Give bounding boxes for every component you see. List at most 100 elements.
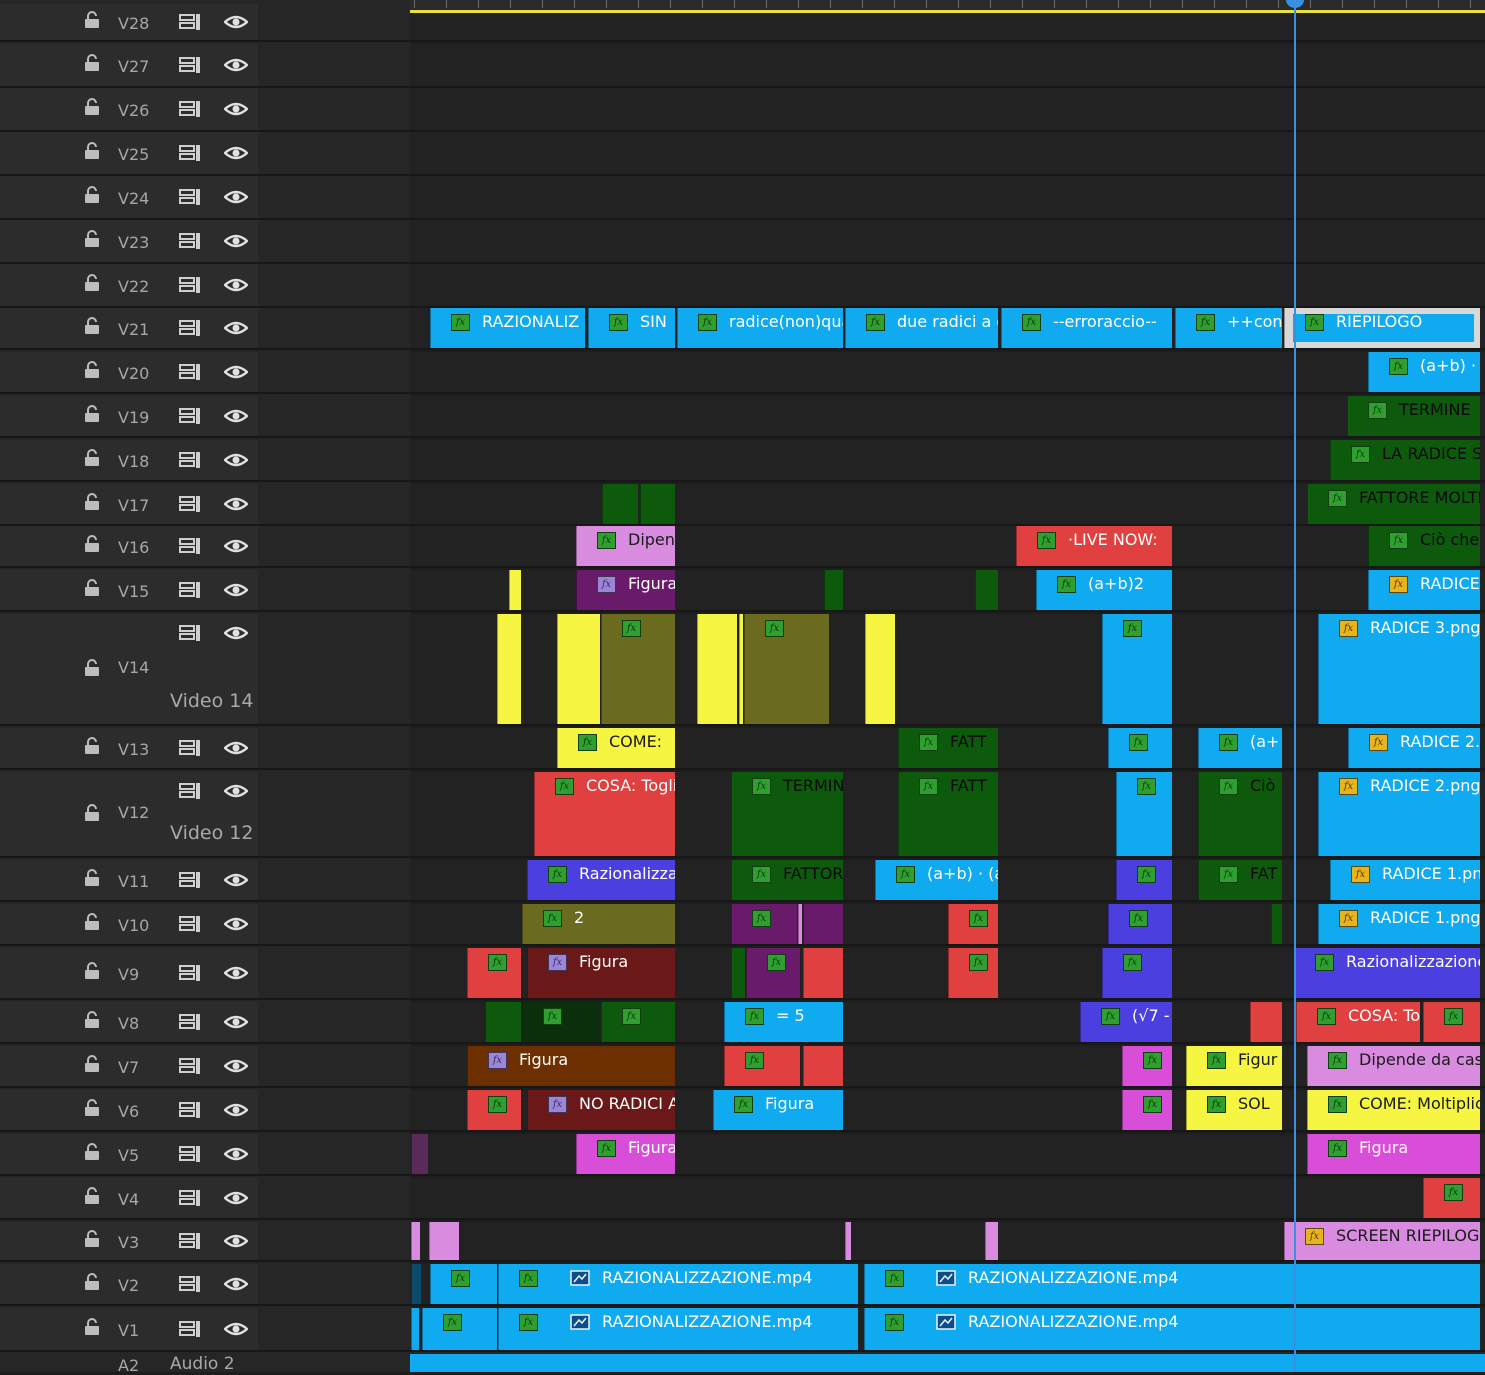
clip[interactable]	[985, 1222, 998, 1260]
eye-icon[interactable]	[223, 496, 249, 512]
eye-icon[interactable]	[223, 1014, 249, 1030]
lock-icon[interactable]	[84, 98, 100, 116]
clip[interactable]: fx FATT	[898, 772, 998, 856]
lock-icon[interactable]	[84, 1055, 100, 1073]
sync-lock-icon[interactable]	[178, 1189, 202, 1207]
clip[interactable]: fx Razionalizzazione:	[1294, 948, 1480, 998]
eye-icon[interactable]	[223, 320, 249, 336]
clip[interactable]: fx	[744, 614, 829, 724]
lock-icon[interactable]	[84, 535, 100, 553]
clip[interactable]	[1271, 904, 1282, 944]
clip[interactable]: fx Ciò che	[1368, 526, 1480, 566]
clip[interactable]: fx SOL	[1186, 1090, 1282, 1130]
clip[interactable]: fx	[1108, 728, 1172, 768]
clip[interactable]: fx	[724, 1046, 800, 1086]
sync-lock-icon[interactable]	[178, 363, 202, 381]
sync-lock-icon[interactable]	[178, 188, 202, 206]
eye-icon[interactable]	[223, 1321, 249, 1337]
lock-icon[interactable]	[84, 1099, 100, 1117]
clip[interactable]: fx LA RADICE S	[1330, 440, 1480, 480]
clip[interactable]: fx FATT	[898, 728, 998, 768]
eye-icon[interactable]	[223, 57, 249, 73]
clip[interactable]: fx Figura	[467, 1046, 675, 1086]
clip[interactable]: fx	[1102, 614, 1172, 724]
clip[interactable]: fx Figur	[1186, 1046, 1282, 1086]
clip[interactable]: fx	[430, 1264, 497, 1304]
lock-icon[interactable]	[84, 274, 100, 292]
clip[interactable]	[865, 614, 895, 724]
lock-icon[interactable]	[84, 1273, 100, 1291]
clip[interactable]: fx FATTORE MOLTI	[1307, 484, 1480, 524]
eye-icon[interactable]	[223, 408, 249, 424]
clip[interactable]	[497, 614, 521, 724]
eye-icon[interactable]	[223, 783, 249, 799]
lock-icon[interactable]	[84, 449, 100, 467]
lock-icon[interactable]	[84, 405, 100, 423]
sync-lock-icon[interactable]	[178, 1275, 202, 1293]
sync-lock-icon[interactable]	[178, 1013, 202, 1031]
lock-icon[interactable]	[84, 869, 100, 887]
lock-icon[interactable]	[84, 1143, 100, 1161]
clip[interactable]: fx TERMIN	[731, 772, 843, 856]
sync-lock-icon[interactable]	[178, 276, 202, 294]
track-lane-v25[interactable]	[410, 132, 1485, 174]
track-lane-v19[interactable]	[410, 396, 1485, 436]
sync-lock-icon[interactable]	[178, 964, 202, 982]
lock-icon[interactable]	[84, 493, 100, 511]
clip[interactable]: fx	[522, 1002, 600, 1042]
clip[interactable]: fx FAT	[1198, 860, 1282, 900]
sync-lock-icon[interactable]	[178, 144, 202, 162]
lock-icon[interactable]	[84, 913, 100, 931]
work-area-bar[interactable]	[410, 10, 1485, 13]
track-lane-v15[interactable]	[410, 570, 1485, 610]
clip[interactable]: fx COSA: To	[1296, 1002, 1420, 1042]
lock-icon[interactable]	[84, 1187, 100, 1205]
clip[interactable]: fx RAZIONALIZ	[430, 308, 585, 348]
clip[interactable]	[731, 948, 745, 998]
clip[interactable]: fx RADICE 2.p	[1348, 728, 1480, 768]
clip[interactable]: fx radice(non)qua	[677, 308, 843, 348]
sync-lock-icon[interactable]	[178, 100, 202, 118]
track-lane-v27[interactable]	[410, 44, 1485, 86]
eye-icon[interactable]	[223, 740, 249, 756]
eye-icon[interactable]	[223, 233, 249, 249]
clip[interactable]	[557, 614, 600, 724]
clip[interactable]: fx 2	[522, 904, 675, 944]
clip[interactable]: fx (√7 -	[1080, 1002, 1172, 1042]
clip[interactable]	[1250, 1002, 1282, 1042]
sync-lock-icon[interactable]	[178, 1101, 202, 1119]
clip[interactable]: fx Dipen	[576, 526, 675, 566]
playhead[interactable]	[1294, 0, 1296, 1372]
clip[interactable]	[803, 948, 843, 998]
track-lane-v26[interactable]	[410, 88, 1485, 130]
clip[interactable]: fx	[1122, 1046, 1172, 1086]
sync-lock-icon[interactable]	[178, 1057, 202, 1075]
clip[interactable]: fx RADICE 2.png	[1318, 772, 1480, 856]
clip[interactable]	[697, 614, 737, 724]
eye-icon[interactable]	[223, 965, 249, 981]
clip[interactable]: fx NO RADICI A	[527, 1090, 675, 1130]
eye-icon[interactable]	[223, 582, 249, 598]
clip[interactable]: fx	[601, 1002, 675, 1042]
lock-icon[interactable]	[84, 361, 100, 379]
sync-lock-icon[interactable]	[178, 407, 202, 425]
eye-icon[interactable]	[223, 364, 249, 380]
eye-icon[interactable]	[223, 452, 249, 468]
clip[interactable]	[803, 1046, 843, 1086]
track-lane-v23[interactable]	[410, 220, 1485, 262]
clip[interactable]: fx	[1423, 1178, 1480, 1218]
clip[interactable]: fx RADICE 1.png	[1330, 860, 1480, 900]
clip[interactable]: fx FATTOR	[731, 860, 843, 900]
clip[interactable]: fx Figura	[576, 1134, 675, 1174]
clip[interactable]: fx Figura	[576, 570, 675, 610]
lock-icon[interactable]	[84, 186, 100, 204]
clip[interactable]: fx RIEPILOGO	[1284, 308, 1480, 348]
eye-icon[interactable]	[223, 1233, 249, 1249]
sync-lock-icon[interactable]	[178, 319, 202, 337]
lock-icon[interactable]	[84, 11, 100, 29]
clip[interactable]: fx	[422, 1308, 497, 1350]
eye-icon[interactable]	[223, 1102, 249, 1118]
sync-lock-icon[interactable]	[178, 1232, 202, 1250]
track-lane-v22[interactable]	[410, 264, 1485, 306]
sync-lock-icon[interactable]	[178, 495, 202, 513]
